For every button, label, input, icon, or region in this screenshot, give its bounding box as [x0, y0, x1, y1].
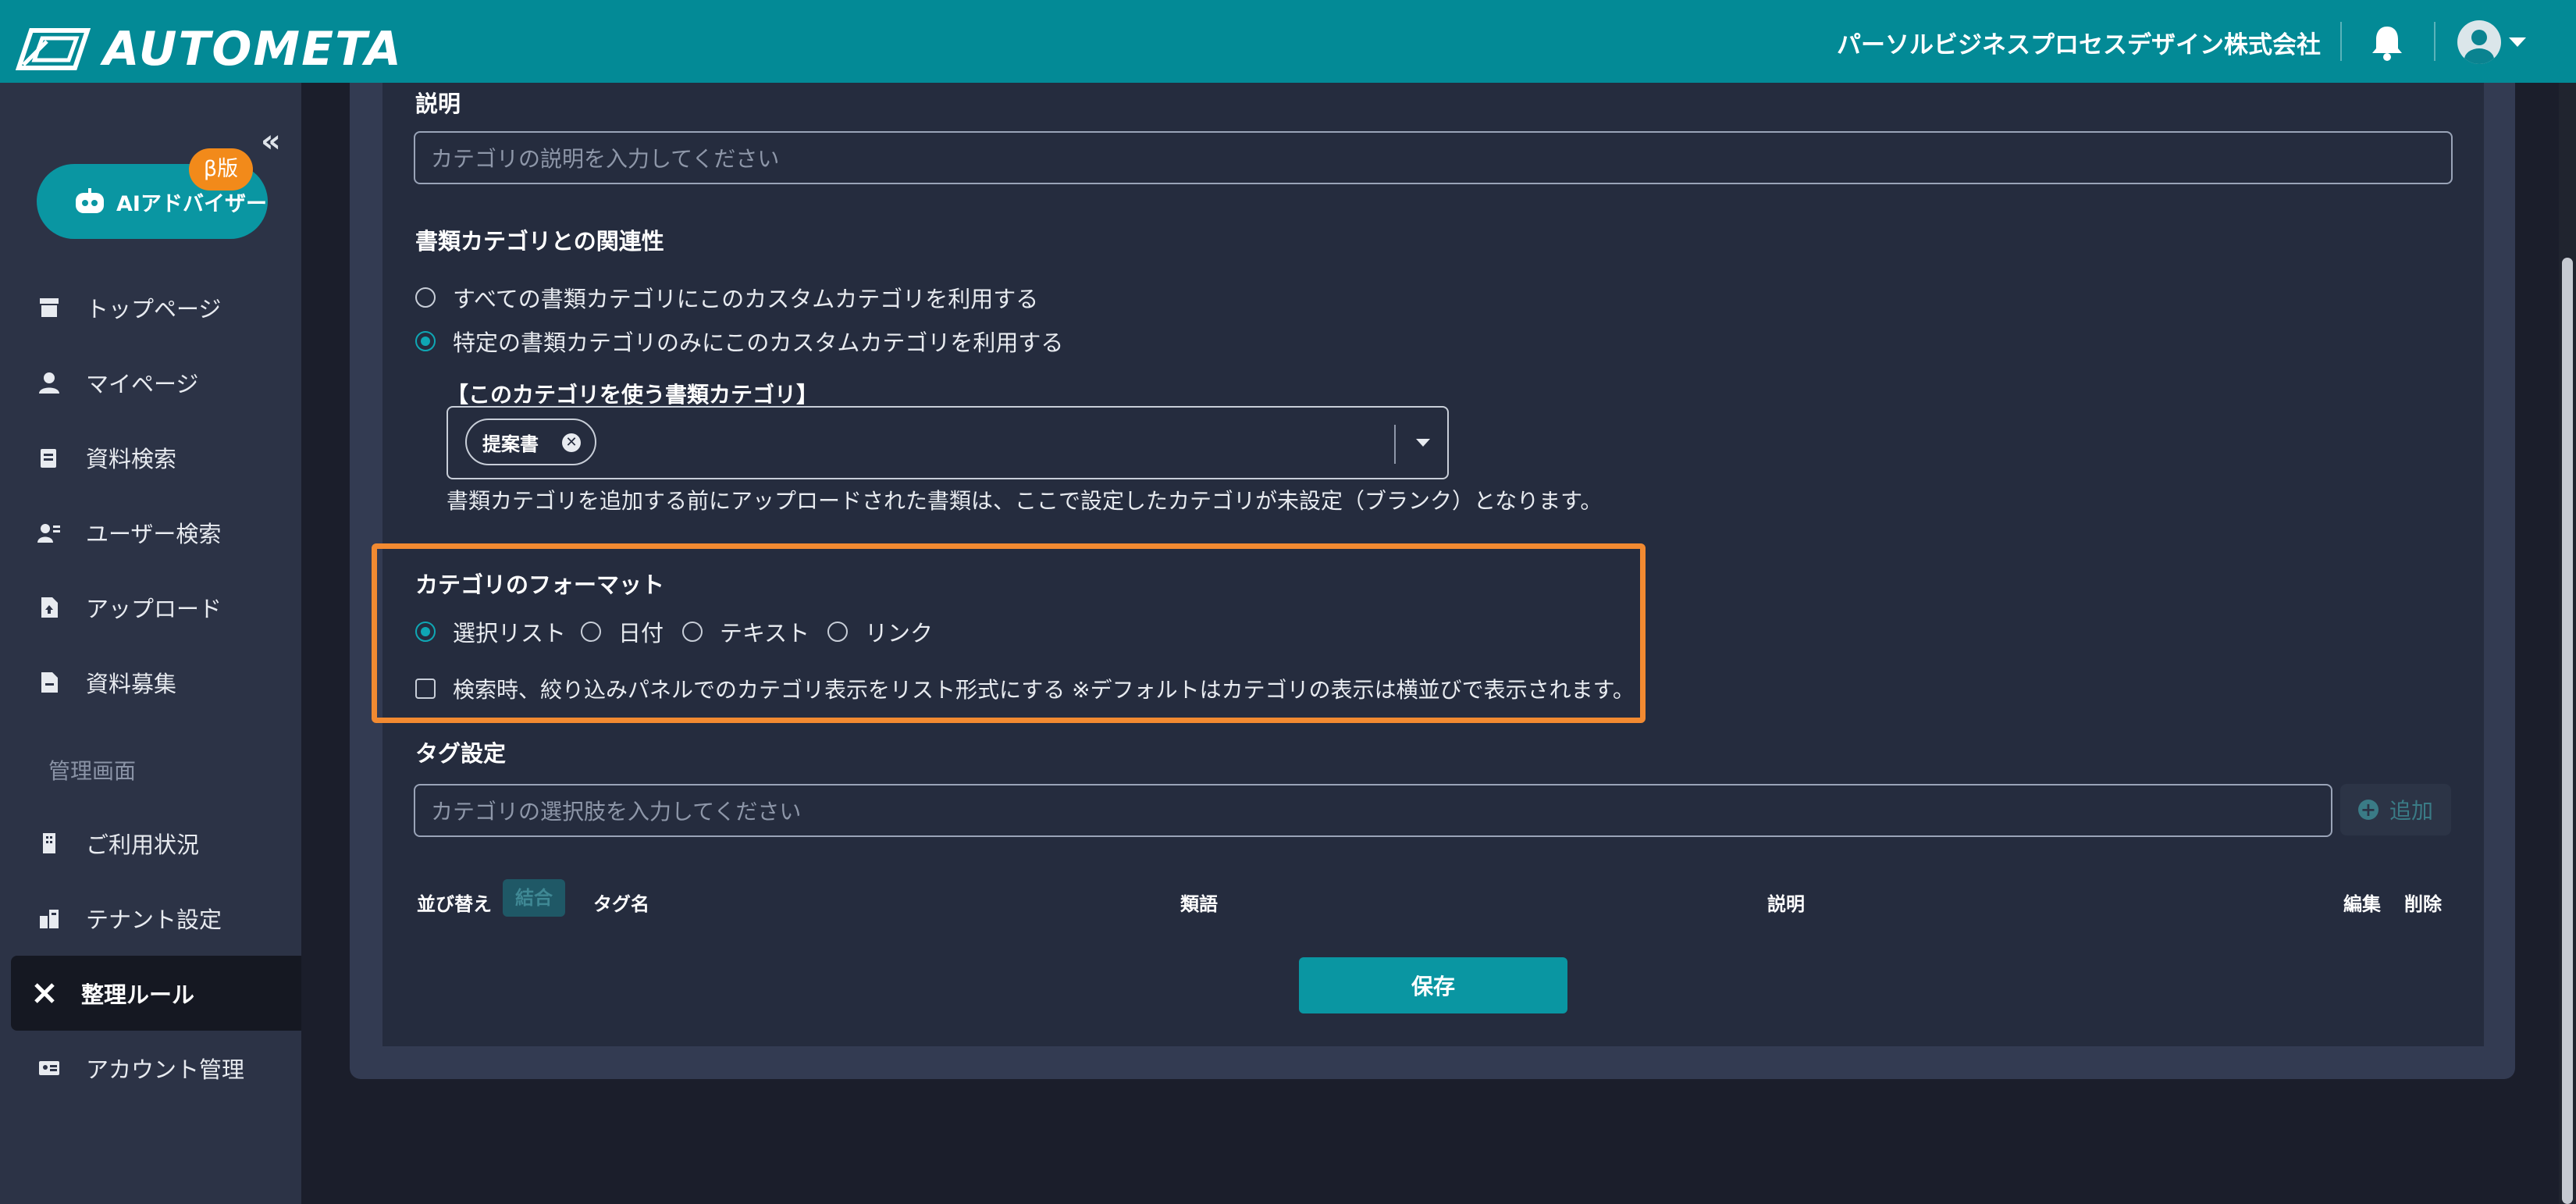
format-option-select-list[interactable]: 選択リスト — [415, 615, 566, 648]
radio-label: 特定の書類カテゴリのみにこのカスタムカテゴリを利用する — [453, 329, 1064, 356]
radio-button[interactable] — [415, 331, 436, 351]
save-button[interactable]: 保存 — [1299, 957, 1567, 1013]
company-name: パーソルビジネスプロセスデザイン株式会社 — [1837, 31, 2321, 59]
tag-settings-label: タグ設定 — [415, 740, 507, 767]
sidebar-item-label: テナント設定 — [86, 907, 222, 933]
sidebar-item-account-management[interactable]: アカウント管理 — [0, 1031, 301, 1106]
sidebar-item-user-search[interactable]: ユーザー検索 — [0, 495, 301, 570]
scrollbar-thumb[interactable] — [2562, 258, 2573, 1204]
sidebar-item-usage[interactable]: ご利用状況 — [0, 806, 301, 881]
sidebar-item-document-request[interactable]: 資料募集 — [0, 645, 301, 720]
column-tag-name: タグ名 — [593, 893, 649, 915]
sidebar-item-my-page[interactable]: マイページ — [0, 345, 301, 420]
chevron-down-icon — [2509, 37, 2526, 47]
sidebar-item-label: マイページ — [86, 371, 199, 397]
column-sort: 並び替え — [417, 893, 492, 915]
tools-icon — [33, 981, 56, 1005]
add-button-label: 追加 — [2389, 798, 2433, 824]
list-display-option[interactable]: 検索時、絞り込みパネルでのカテゴリ表示をリスト形式にする ※デフォルトはカテゴリ… — [415, 673, 1635, 704]
list-display-label: 検索時、絞り込みパネルでのカテゴリ表示をリスト形式にする ※デフォルトはカテゴリ… — [453, 677, 1635, 703]
description-placeholder: カテゴリの説明を入力してください — [431, 146, 780, 172]
building-icon — [37, 832, 61, 855]
doc-category-label: 【このカテゴリを使う書類カテゴリ】 — [447, 382, 819, 408]
description-input[interactable]: カテゴリの説明を入力してください — [414, 131, 2453, 184]
radio-label: リンク — [865, 620, 934, 647]
autometa-logo-icon — [16, 28, 91, 70]
sidebar: « AIアドバイザー β版 トップページ マイページ 資料検索 ユーザー検索 ア… — [0, 83, 301, 1204]
autometa-logo[interactable]: AUTOMETA — [16, 22, 403, 77]
app-header: AUTOMETA パーソルビジネスプロセスデザイン株式会社 — [0, 0, 2576, 83]
column-description: 説明 — [1767, 893, 1805, 915]
user-menu[interactable] — [2457, 20, 2528, 64]
radio-label: 日付 — [618, 620, 664, 647]
sidebar-item-label: 整理ルール — [81, 981, 195, 1008]
description-label: 説明 — [415, 91, 461, 117]
radio-button[interactable] — [827, 622, 848, 642]
store-icon — [37, 296, 61, 319]
sidebar-item-label: ご利用状況 — [86, 832, 200, 858]
user-avatar-icon — [2457, 20, 2501, 64]
sidebar-item-label: アップロード — [86, 596, 222, 622]
relation-option-specific[interactable]: 特定の書類カテゴリのみにこのカスタムカテゴリを利用する — [415, 325, 1063, 358]
radio-label: すべての書類カテゴリにこのカスタムカテゴリを利用する — [453, 286, 1039, 312]
select-divider — [1394, 425, 1396, 464]
robot-icon — [73, 188, 107, 215]
radio-label: テキスト — [720, 620, 810, 647]
chip-remove-icon[interactable]: ✕ — [562, 433, 581, 452]
plus-circle-icon: + — [2357, 800, 2379, 820]
format-option-link[interactable]: リンク — [827, 615, 933, 648]
brand-name: AUTOMETA — [103, 22, 403, 77]
beta-badge: β版 — [189, 148, 253, 191]
column-synonym: 類語 — [1180, 893, 1218, 915]
tenant-icon — [37, 907, 61, 930]
combine-button[interactable]: 結合 — [503, 879, 565, 917]
relation-label: 書類カテゴリとの関連性 — [415, 228, 664, 255]
sidebar-item-label: トップページ — [86, 296, 222, 322]
format-label: カテゴリのフォーマット — [415, 572, 665, 598]
save-button-label: 保存 — [1411, 974, 1455, 999]
chip-label: 提案書 — [482, 433, 539, 455]
radio-button[interactable] — [415, 622, 436, 642]
dropdown-caret-icon[interactable] — [1416, 439, 1430, 447]
sidebar-item-document-search[interactable]: 資料検索 — [0, 420, 301, 495]
radio-label: 選択リスト — [453, 620, 567, 647]
file-upload-icon — [37, 596, 61, 619]
column-edit: 編集 — [2343, 893, 2381, 915]
sidebar-item-upload[interactable]: アップロード — [0, 570, 301, 645]
admin-section-label: 管理画面 — [48, 758, 137, 784]
header-divider — [2434, 22, 2435, 61]
format-option-date[interactable]: 日付 — [581, 615, 664, 648]
bell-icon[interactable] — [2370, 23, 2404, 64]
tag-input[interactable]: カテゴリの選択肢を入力してください — [414, 784, 2332, 837]
sidebar-item-label: ユーザー検索 — [86, 521, 222, 547]
ai-advisor-label: AIアドバイザー — [116, 191, 267, 216]
sidebar-item-label: 資料検索 — [86, 446, 177, 472]
sidebar-item-organize-rules[interactable]: 整理ルール — [11, 956, 301, 1031]
sidebar-item-label: 資料募集 — [86, 671, 177, 697]
person-icon — [37, 371, 61, 394]
tag-placeholder: カテゴリの選択肢を入力してください — [431, 799, 802, 825]
sidebar-item-top-page[interactable]: トップページ — [0, 270, 301, 345]
format-option-text[interactable]: テキスト — [682, 615, 809, 648]
collapse-sidebar-icon[interactable]: « — [261, 123, 281, 159]
list-display-checkbox[interactable] — [415, 679, 436, 699]
relation-option-all[interactable]: すべての書類カテゴリにこのカスタムカテゴリを利用する — [415, 281, 1038, 314]
sidebar-item-label: アカウント管理 — [86, 1056, 245, 1083]
radio-button[interactable] — [682, 622, 703, 642]
header-divider — [2340, 22, 2342, 61]
radio-button[interactable] — [581, 622, 601, 642]
category-chip: 提案書 ✕ — [465, 419, 596, 465]
column-delete: 削除 — [2404, 893, 2442, 915]
doc-category-note: 書類カテゴリを追加する前にアップロードされた書類は、ここで設定したカテゴリが未設… — [447, 488, 1603, 514]
radio-button[interactable] — [415, 287, 436, 308]
documents-icon — [37, 446, 61, 469]
user-search-icon — [37, 521, 61, 544]
sidebar-item-tenant-settings[interactable]: テナント設定 — [0, 881, 301, 956]
doc-category-select[interactable]: 提案書 ✕ — [447, 406, 1449, 479]
file-icon — [37, 671, 61, 694]
add-tag-button[interactable]: + 追加 — [2340, 784, 2451, 835]
id-card-icon — [37, 1056, 61, 1080]
